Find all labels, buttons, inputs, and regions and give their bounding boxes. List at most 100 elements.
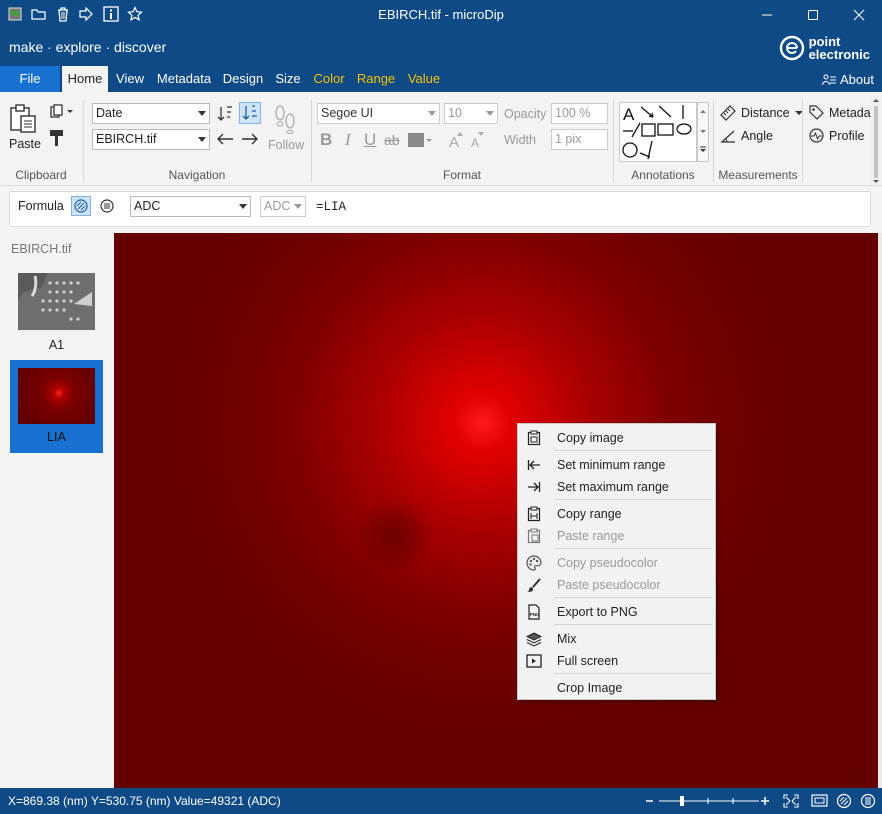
font-size-value: 10 [448, 106, 462, 120]
about-button[interactable]: About [822, 72, 874, 87]
thumbnail-lia[interactable]: LIA [10, 360, 103, 453]
channel-mode-icon[interactable] [97, 196, 117, 216]
status-bar: X=869.38 (nm) Y=530.75 (nm) Value=49321 … [0, 788, 882, 814]
previous-arrow-icon[interactable] [214, 130, 236, 148]
panel-file-name: EBIRCH.tif [11, 242, 72, 256]
color-picker-icon[interactable] [407, 132, 433, 148]
copy-icon[interactable] [48, 104, 76, 120]
angle-button[interactable]: Angle [720, 128, 773, 144]
maximize-button[interactable] [790, 0, 836, 30]
paste-icon[interactable] [6, 104, 40, 134]
font-select-value: Segoe UI [321, 106, 374, 120]
menu-item-copy-image[interactable]: Copy image [519, 427, 714, 449]
tab-metadata[interactable]: Metadata [152, 66, 216, 92]
tab-range[interactable]: Range [352, 66, 400, 92]
clipboard-group-label: Clipboard [15, 168, 67, 182]
distance-button[interactable]: Distance [720, 105, 803, 121]
minimize-button[interactable] [744, 0, 790, 30]
menu-item-label: Paste pseudocolor [557, 578, 661, 592]
next-arrow-icon[interactable] [239, 130, 261, 148]
ribbon-tabs: File Home View Metadata Design Size Colo… [0, 66, 882, 92]
formula-expression[interactable]: =LIA [316, 200, 346, 214]
menu-item-mix[interactable]: Mix [519, 628, 714, 650]
annotation-gallery-scroll[interactable] [697, 102, 709, 162]
menu-separator [554, 548, 712, 549]
tab-home[interactable]: Home [62, 66, 108, 92]
metadata-button[interactable]: Metada [809, 105, 871, 120]
close-button[interactable] [836, 0, 882, 30]
strikethrough-button[interactable]: ab [384, 132, 400, 148]
menu-item-paste-pseudocolor[interactable]: Paste pseudocolor [519, 574, 714, 596]
underline-button[interactable]: U [364, 130, 376, 150]
sort-select[interactable]: Date [92, 103, 210, 124]
menu-item-crop-image[interactable]: Crop Image [519, 677, 714, 699]
menu-item-label: Export to PNG [557, 605, 638, 619]
decrease-font-icon[interactable]: A [470, 130, 486, 150]
metadata-label: Metada [829, 105, 871, 120]
crop-icon-placeholder [519, 677, 549, 699]
font-size-select[interactable]: 10 [444, 103, 498, 124]
increase-font-icon[interactable]: A [448, 130, 464, 150]
menu-item-set-max-range[interactable]: Set maximum range [519, 476, 714, 498]
screen-icon[interactable] [811, 794, 829, 808]
paste-range-icon [519, 525, 549, 547]
about-label: About [840, 72, 874, 87]
formula-label: Formula [18, 199, 64, 213]
file-select[interactable]: EBIRCH.tif [92, 129, 210, 150]
tab-size[interactable]: Size [270, 66, 306, 92]
annotation-gallery[interactable]: A [619, 102, 697, 162]
tab-design[interactable]: Design [218, 66, 268, 92]
menu-item-export-png[interactable]: PNG Export to PNG [519, 601, 714, 623]
tab-color[interactable]: Color [308, 66, 350, 92]
unit-select[interactable]: ADC [260, 196, 306, 217]
menu-item-label: Full screen [557, 654, 619, 668]
menu-item-copy-range[interactable]: Copy range [519, 503, 714, 525]
copy-image-icon [519, 427, 549, 449]
profile-icon [809, 128, 824, 143]
logo-line2: electronic [808, 47, 870, 62]
sort-asc-icon[interactable] [239, 102, 261, 124]
format-painter-icon[interactable] [48, 128, 66, 148]
width-spinner[interactable]: 1 pix [551, 129, 608, 150]
italic-button[interactable]: I [345, 130, 351, 150]
paste-label[interactable]: Paste [9, 137, 41, 151]
settings-icon[interactable] [860, 793, 876, 809]
unit-select-value: ADC [264, 199, 291, 213]
svg-text:PNG: PNG [530, 612, 540, 617]
overlay-icon[interactable] [836, 793, 852, 809]
sort-desc-icon[interactable] [214, 103, 236, 125]
menu-item-full-screen[interactable]: Full screen [519, 650, 714, 672]
copy-range-icon [519, 503, 549, 525]
formula-mode-icon[interactable] [71, 196, 91, 216]
follow-label[interactable]: Follow [268, 138, 304, 152]
fit-to-window-icon[interactable] [783, 794, 799, 808]
width-value: 1 pix [555, 132, 582, 146]
footsteps-icon[interactable] [270, 104, 300, 134]
menu-item-set-min-range[interactable]: Set minimum range [519, 454, 714, 476]
profile-button[interactable]: Profile [809, 128, 864, 143]
menu-item-label: Copy pseudocolor [557, 556, 658, 570]
bold-button[interactable]: B [320, 130, 332, 150]
vertical-scrollbar[interactable] [878, 233, 882, 788]
thumbnail-label: LIA [47, 430, 66, 444]
image-canvas[interactable] [114, 233, 878, 788]
company-logo: point electronic [779, 35, 870, 61]
set-max-icon [519, 476, 549, 498]
tab-file[interactable]: File [0, 66, 60, 92]
navigation-group-label: Navigation [168, 168, 226, 182]
tab-view[interactable]: View [110, 66, 150, 92]
menu-item-paste-range[interactable]: Paste range [519, 525, 714, 547]
menu-item-copy-pseudocolor[interactable]: Copy pseudocolor [519, 552, 714, 574]
thumbnail-a1[interactable]: A1 [10, 268, 103, 361]
file-select-value: EBIRCH.tif [96, 132, 157, 146]
opacity-spinner[interactable]: 100 % [551, 103, 608, 124]
zoom-slider[interactable] [645, 793, 771, 809]
a1-image [18, 273, 95, 330]
menu-separator [554, 673, 712, 674]
tab-value[interactable]: Value [402, 66, 446, 92]
thumbnail-label: A1 [48, 338, 65, 352]
ribbon-scrollbar[interactable] [871, 96, 881, 184]
font-select[interactable]: Segoe UI [317, 103, 440, 124]
angle-label: Angle [741, 129, 773, 143]
channel-select[interactable]: ADC [130, 196, 251, 217]
